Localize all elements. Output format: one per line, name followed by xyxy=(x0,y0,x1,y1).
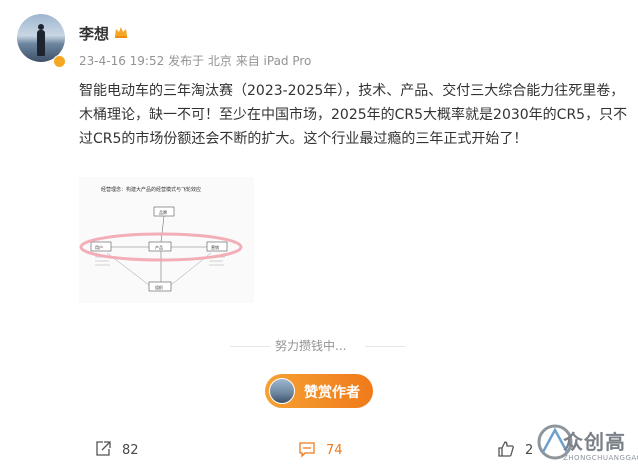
comment-count: 74 xyxy=(326,443,343,458)
post-text: 智能电动车的三年淘汰赛（2023-2025年），技术、产品、交付三大综合能力往死… xyxy=(79,83,628,147)
diagram-title: 经营理念：构建大产品的经营模式与飞轮效应 xyxy=(101,186,201,193)
reward-label: 赞赏作者 xyxy=(304,385,360,401)
node-org: 组织 xyxy=(155,284,163,290)
author-name[interactable]: 李想 xyxy=(79,23,109,44)
node-marketing: 营销 xyxy=(211,244,219,250)
watermark-brand: 众创高 xyxy=(563,430,626,454)
like-button[interactable]: 2 xyxy=(497,440,533,458)
post-image[interactable]: 经营理念：构建大产品的经营模式与飞轮效应 品牌 用户 产品 营销 组织 xyxy=(79,177,254,303)
comment-icon xyxy=(299,442,315,458)
verified-badge-icon xyxy=(53,55,66,68)
repost-count: 82 xyxy=(122,443,139,458)
like-thumb-icon xyxy=(498,441,514,457)
node-brand: 品牌 xyxy=(159,209,167,215)
vip-crown-icon xyxy=(115,27,127,38)
watermark-logo: 众创高 ZHONGCHUANGGAO xyxy=(535,418,638,470)
flywheel-diagram: 经营理念：构建大产品的经营模式与飞轮效应 品牌 用户 产品 营销 组织 xyxy=(79,186,243,292)
reward-avatar xyxy=(269,378,295,404)
divider-right xyxy=(365,346,405,347)
node-product: 产品 xyxy=(155,244,163,250)
post-location: 发布于 北京 xyxy=(168,54,232,68)
post-meta: 23-4-16 19:52 发布于 北京 来自 iPad Pro xyxy=(79,52,311,69)
avatar-figure-body xyxy=(37,30,45,56)
like-count: 2 xyxy=(525,443,534,458)
repost-button[interactable]: 82 xyxy=(94,440,139,458)
progress-label: 努力攒钱中... xyxy=(275,339,347,353)
divider-left xyxy=(230,346,270,347)
node-user: 用户 xyxy=(95,244,103,250)
post-device: 来自 iPad Pro xyxy=(235,54,312,68)
repost-icon xyxy=(96,441,111,456)
reward-button[interactable]: 赞赏作者 xyxy=(265,374,373,408)
post-timestamp[interactable]: 23-4-16 19:52 xyxy=(79,54,164,68)
comment-button[interactable]: 74 xyxy=(298,440,343,458)
watermark-sub: ZHONGCHUANGGAO xyxy=(563,454,638,462)
